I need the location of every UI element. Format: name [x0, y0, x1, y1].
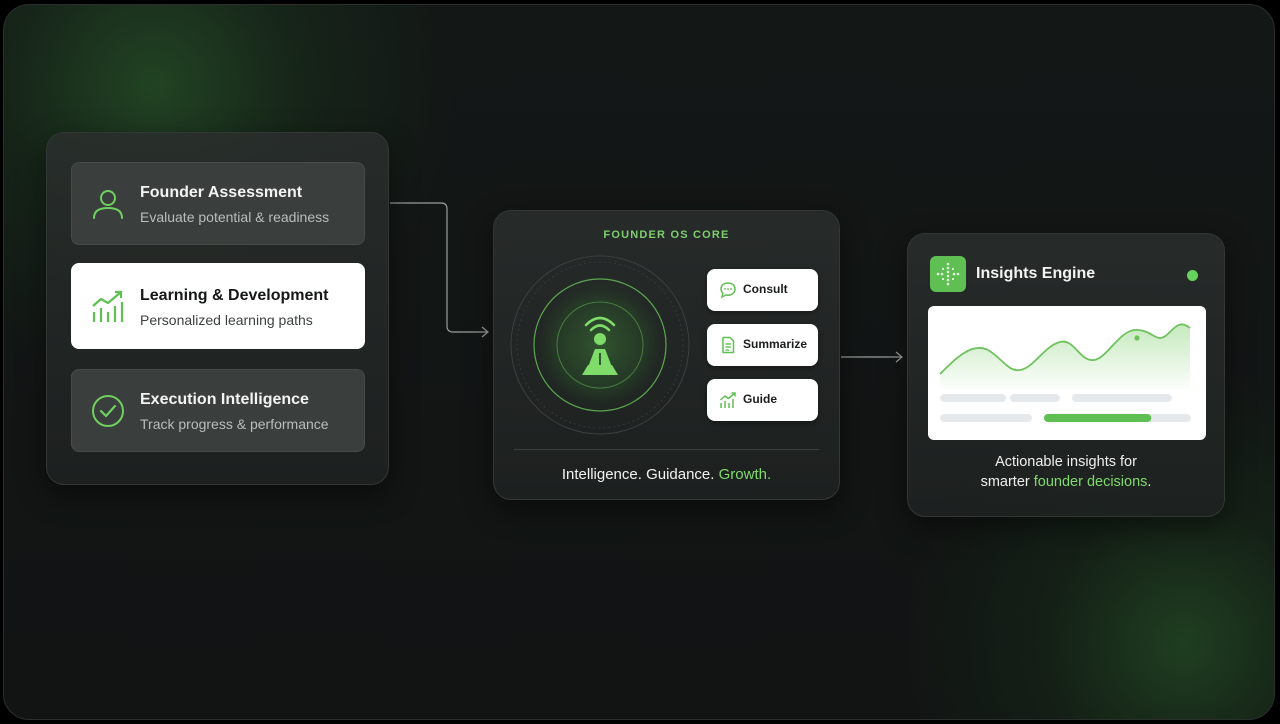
- document-icon: [722, 336, 735, 354]
- caption-prefix: smarter: [980, 474, 1034, 490]
- user-icon: [93, 189, 123, 219]
- core-panel: FOUNDER OS CORE Consult Summarize Guide …: [493, 210, 840, 500]
- insights-logo: [930, 256, 966, 292]
- connector-left-to-core: [390, 202, 488, 333]
- module-subtitle: Personalized learning paths: [140, 312, 313, 328]
- module-title: Execution Intelligence: [140, 391, 309, 408]
- core-tagline: Intelligence. Guidance. Growth.: [494, 466, 839, 483]
- module-title: Learning & Development: [140, 287, 329, 304]
- sparkle-grid-icon: [936, 262, 960, 286]
- module-founder-assessment[interactable]: Founder Assessment Evaluate potential & …: [71, 162, 365, 245]
- module-subtitle: Evaluate potential & readiness: [140, 209, 330, 225]
- progress-fill: [1044, 414, 1152, 422]
- diagram-canvas: Founder Assessment Evaluate potential & …: [3, 4, 1275, 720]
- module-learning-development[interactable]: Learning & Development Personalized lear…: [71, 263, 365, 349]
- check-circle-icon: [92, 394, 124, 427]
- core-divider: [514, 449, 819, 450]
- caption-accent: founder decisions: [1033, 474, 1148, 490]
- action-consult[interactable]: Consult: [707, 269, 818, 311]
- placeholder-bar: [1072, 394, 1172, 402]
- placeholder-bar: [1010, 394, 1060, 402]
- module-title: Founder Assessment: [140, 184, 303, 201]
- action-label: Guide: [743, 392, 778, 406]
- chat-bubble-icon: [720, 282, 736, 299]
- action-label: Summarize: [743, 337, 808, 351]
- caption-line-1: Actionable insights for: [995, 454, 1137, 470]
- action-summarize[interactable]: Summarize: [707, 324, 818, 366]
- core-rings: [510, 255, 690, 435]
- insights-caption: Actionable insights for smarter founder …: [908, 452, 1224, 492]
- caption-line-2: smarter founder decisions.: [908, 472, 1224, 492]
- action-label: Consult: [743, 282, 788, 296]
- status-dot-icon: [1187, 270, 1198, 281]
- modules-panel: Founder Assessment Evaluate potential & …: [46, 132, 389, 485]
- core-label: FOUNDER OS CORE: [603, 229, 730, 241]
- module-subtitle: Track progress & performance: [140, 416, 329, 432]
- tagline-accent: Growth.: [718, 466, 772, 483]
- placeholder-bar: [940, 394, 1006, 402]
- insights-preview-card: [928, 306, 1206, 440]
- trend-marker: [1134, 335, 1140, 341]
- action-guide[interactable]: Guide: [707, 379, 818, 421]
- insights-title: Insights Engine: [976, 265, 1096, 282]
- module-execution-intelligence[interactable]: Execution Intelligence Track progress & …: [71, 369, 365, 452]
- caption-suffix: .: [1147, 474, 1152, 490]
- insights-panel: Insights Engine Actionable insights for …: [907, 233, 1225, 517]
- insights-trend-chart: [939, 323, 1191, 422]
- placeholder-bar: [940, 414, 1032, 422]
- growth-chart-icon: [92, 290, 124, 322]
- tagline-text: Intelligence. Guidance.: [561, 466, 719, 483]
- trend-chart-icon: [720, 392, 736, 408]
